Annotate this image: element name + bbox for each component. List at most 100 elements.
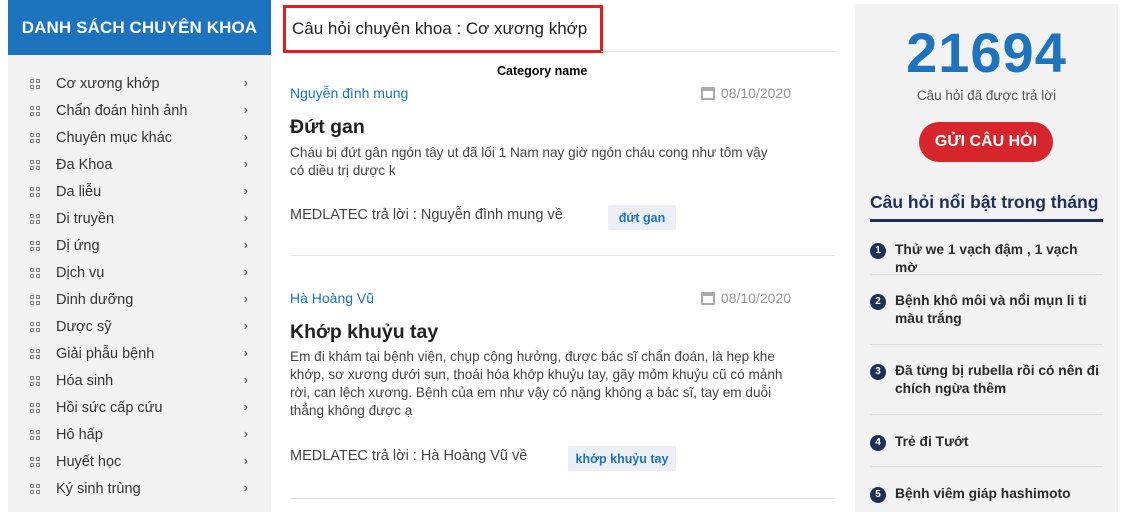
chevron-right-icon: › [243,183,248,198]
question-author[interactable]: Nguyễn đình mung [290,85,408,101]
sidebar-item-label: Giải phẫu bệnh [56,345,155,362]
featured-question-text: Bệnh viêm giáp hashimoto [895,486,1071,501]
grid-icon [30,132,40,143]
sidebar-item-chuyen-muc-khac[interactable]: Chuyên mục khác › [8,124,271,151]
featured-question-item[interactable]: 1 Thử we 1 vạch đậm , 1 vạch mờ [870,241,1103,277]
sidebar-item-da-lieu[interactable]: Da liễu › [8,178,271,205]
sidebar-item-di-truyen[interactable]: Di truyền › [8,205,271,232]
chevron-right-icon: › [243,237,248,252]
chevron-right-icon: › [243,399,248,414]
grid-icon [30,294,40,305]
grid-icon [30,159,40,170]
number-badge: 3 [870,364,886,380]
chevron-right-icon: › [243,264,248,279]
chevron-right-icon: › [243,345,248,360]
sidebar-item-ky-sinh-trung[interactable]: Ký sinh trùng › [8,475,271,502]
chevron-right-icon: › [243,453,248,468]
featured-question-text: Thử we 1 vạch đậm , 1 vạch mờ [895,242,1078,275]
featured-question-text: Trẻ đi Tướt [895,434,969,449]
featured-question-item[interactable]: 3 Đã từng bị rubella rồi có nên đi chích… [870,362,1103,398]
sidebar-item-label: Hóa sinh [56,372,114,389]
sidebar-item-label: Huyết học [56,453,122,470]
chevron-right-icon: › [243,156,248,171]
number-badge: 5 [870,487,886,503]
sidebar-item-hoa-sinh[interactable]: Hóa sinh › [8,367,271,394]
question-date: 08/10/2020 [700,85,791,101]
featured-question-text: Đã từng bị rubella rồi có nên đi chích n… [895,363,1099,396]
grid-icon [30,78,40,89]
chevron-right-icon: › [243,426,248,441]
question-excerpt-line: rời, can lệch xương. Bệnh của em như vậy… [290,385,772,400]
question-list: Câu hỏi chuyên khoa : Cơ xương khớp Cate… [283,0,835,512]
sidebar-item-co-xuong-khop[interactable]: Cơ xương khớp › [8,70,271,97]
sidebar-item-huyet-hoc[interactable]: Huyết học › [8,448,271,475]
grid-icon [30,402,40,413]
sidebar-item-ho-hap[interactable]: Hô hấp › [8,421,271,448]
grid-icon [30,321,40,332]
sidebar-item-label: Da liễu [56,183,102,200]
sidebar-title: DANH SÁCH CHUYÊN KHOA [8,0,271,55]
sidebar-item-chan-doan-hinh-anh[interactable]: Chẩn đoán hình ảnh › [8,97,271,124]
specialty-list: Cơ xương khớp › Chẩn đoán hình ảnh › Chu… [8,55,271,502]
featured-question-item[interactable]: 2 Bệnh khô môi và nổi mụn li ti màu trắn… [870,292,1103,328]
chevron-right-icon: › [243,291,248,306]
calendar-icon [700,86,715,100]
question-excerpt: Cháu bị đứt gân ngón tây ut đã lối 1 Nam… [290,144,790,180]
tag-button[interactable]: khớp khuỷu tay [568,446,676,471]
sidebar-item-label: Dịch vụ [56,264,105,281]
sidebar-item-dich-vu[interactable]: Dịch vụ › [8,259,271,286]
divider [601,51,835,52]
grid-icon [30,105,40,116]
sidebar-item-label: Dược sỹ [56,318,112,335]
question-excerpt-line: thẳng không được ạ [290,403,413,418]
answer-line: MEDLATEC trả lời : Nguyễn đình mung về [290,207,563,223]
question-excerpt-line: Em đi khám tại bệnh viện, chụp cộng hưởn… [290,349,775,364]
chevron-right-icon: › [243,129,248,144]
divider [290,255,835,256]
question-title[interactable]: Đứt gan [290,116,365,139]
grid-icon [30,213,40,224]
sidebar-item-da-khoa[interactable]: Đa Khoa › [8,151,271,178]
sidebar-item-duoc-sy[interactable]: Dược sỹ › [8,313,271,340]
sidebar-item-label: Chẩn đoán hình ảnh [56,102,188,119]
chevron-right-icon: › [243,102,248,117]
divider [870,466,1103,467]
sidebar-item-hoi-suc-cap-cuu[interactable]: Hồi sức cấp cứu › [8,394,271,421]
tag-button[interactable]: đứt gan [608,205,676,230]
answer-line: MEDLATEC trả lời : Hà Hoàng Vũ về [290,448,528,464]
sidebar-item-label: Hồi sức cấp cứu [56,399,163,416]
sidebar-item-label: Dinh dưỡng [56,291,134,308]
featured-question-item[interactable]: 5 Bệnh viêm giáp hashimoto [870,485,1103,503]
question-excerpt-line: có diều trị dược k [290,163,396,178]
grid-icon [30,348,40,359]
number-badge: 4 [870,435,886,451]
question-excerpt-line: Cháu bị đứt gân ngón tây ut đã lối 1 Nam… [290,145,768,160]
category-heading: Câu hỏi chuyên khoa : Cơ xương khớp [283,5,603,53]
sidebar-item-di-ung[interactable]: Dị ứng › [8,232,271,259]
answered-count-label: Câu hỏi đã được trả lời [916,88,1057,103]
chevron-right-icon: › [243,210,248,225]
ask-question-button[interactable]: GỬI CÂU HỎI [919,122,1053,162]
sidebar-item-label: Di truyền [56,210,115,227]
sidebar-item-giai-phau-benh[interactable]: Giải phẫu bệnh › [8,340,271,367]
chevron-right-icon: › [243,372,248,387]
featured-questions-title: Câu hỏi nổi bật trong tháng [870,192,1099,212]
sidebar-item-label: Đa Khoa [56,156,113,173]
question-title[interactable]: Khớp khuỷu tay [290,321,438,344]
sidebar-item-dinh-duong[interactable]: Dinh dưỡng › [8,286,271,313]
featured-question-item[interactable]: 4 Trẻ đi Tướt [870,433,1103,451]
grid-icon [30,186,40,197]
divider [870,414,1103,415]
calendar-icon [700,291,715,305]
grid-icon [30,267,40,278]
number-badge: 1 [870,243,886,259]
question-excerpt-line: khớp, sơ xương dưới sụn, thoái hóa khớp … [290,367,783,382]
grid-icon [30,240,40,251]
chevron-right-icon: › [243,318,248,333]
question-excerpt: Em đi khám tại bệnh viện, chụp cộng hưởn… [290,348,790,420]
sidebar-item-label: Chuyên mục khác [56,129,173,146]
number-badge: 2 [870,294,886,310]
question-author[interactable]: Hà Hoàng Vũ [290,290,374,306]
sidebar-item-label: Cơ xương khớp [56,75,160,92]
question-date-text: 08/10/2020 [720,290,791,306]
